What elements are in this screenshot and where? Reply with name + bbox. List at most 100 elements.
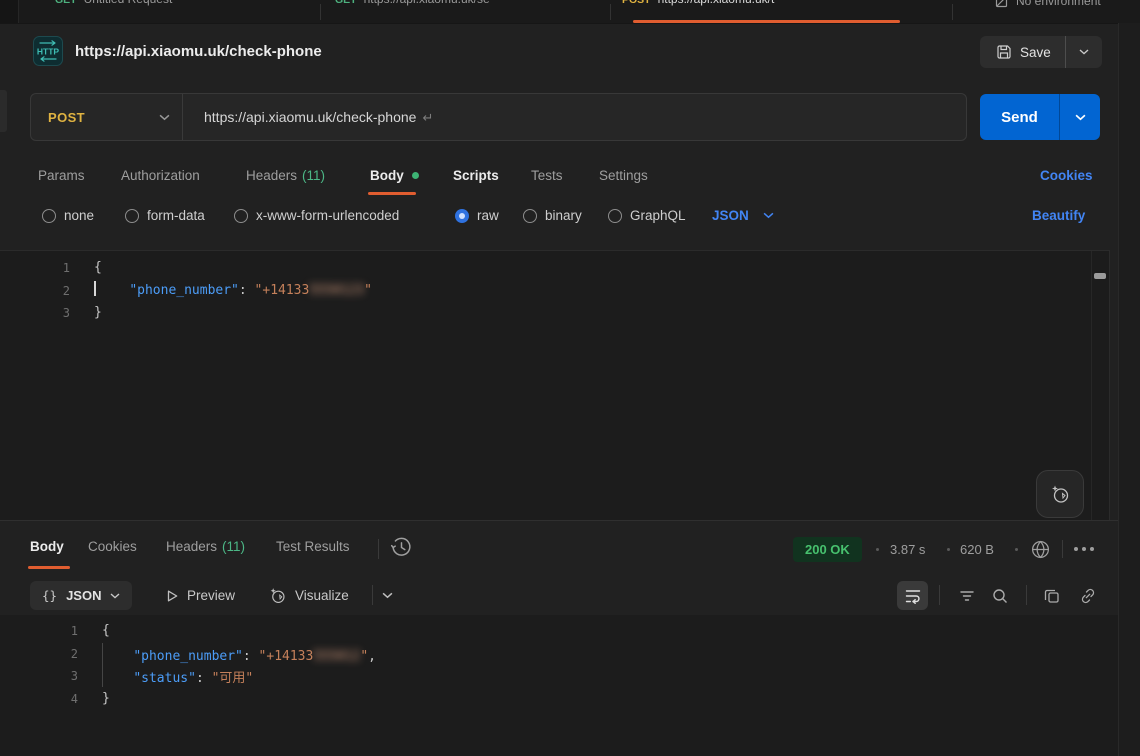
- sidebar-handle[interactable]: [0, 90, 7, 132]
- divider: [378, 539, 379, 559]
- scrollbar-thumb[interactable]: [1094, 273, 1106, 279]
- code-line[interactable]: 2 "phone_number": "+141335550123": [0, 280, 1109, 303]
- more-options-button[interactable]: [1074, 547, 1094, 551]
- request-tab-active[interactable]: POSThttps://api.xiaomu.uk/t: [622, 0, 774, 10]
- environment-selector[interactable]: No environment: [994, 0, 1101, 10]
- tab-scripts[interactable]: Scripts: [453, 168, 499, 183]
- code-text: {: [94, 257, 102, 280]
- mode-form-data[interactable]: form-data: [125, 208, 205, 223]
- divider: [1062, 540, 1063, 558]
- response-tab-cookies[interactable]: Cookies: [88, 539, 137, 554]
- divider: [939, 585, 940, 605]
- response-body-editor[interactable]: 1{2 "phone_number": "+14133555012",3 "st…: [0, 615, 1118, 756]
- code-line[interactable]: 2 "phone_number": "+14133555012",: [0, 643, 1118, 666]
- dot: [1090, 547, 1094, 551]
- tab-params[interactable]: Params: [38, 168, 85, 183]
- code-text: "phone_number": "+14133555012",: [102, 643, 376, 666]
- url-bar: POST https://api.xiaomu.uk/check-phone ↵: [30, 93, 967, 141]
- response-tab-test-results[interactable]: Test Results: [276, 539, 350, 554]
- postman-window: GETUntitled Request GEThttps://api.xiaom…: [0, 0, 1140, 756]
- language-selector[interactable]: JSON: [712, 208, 774, 223]
- url-input[interactable]: https://api.xiaomu.uk/check-phone ↵: [183, 109, 966, 126]
- environment-label: No environment: [1016, 0, 1101, 8]
- code-line[interactable]: 1{: [0, 257, 1109, 280]
- line-number: 1: [0, 257, 70, 280]
- line-number: 1: [0, 620, 78, 643]
- beautify-link[interactable]: Beautify: [1032, 208, 1085, 223]
- radio-icon: [608, 209, 622, 223]
- view-options-button[interactable]: [382, 581, 393, 610]
- return-symbol: ↵: [422, 110, 433, 125]
- tab-divider: [320, 4, 321, 20]
- visualize-button[interactable]: Visualize: [268, 581, 349, 610]
- postbot-button[interactable]: [1036, 470, 1084, 518]
- request-body-editor[interactable]: 1{2 "phone_number": "+141335550123"3}: [0, 250, 1110, 520]
- mode-none[interactable]: none: [42, 208, 94, 223]
- url-text: https://api.xiaomu.uk/check-phone: [204, 109, 416, 125]
- history-clock-icon: [390, 536, 413, 559]
- tab-divider: [610, 4, 611, 20]
- method-selector[interactable]: POST: [31, 110, 182, 125]
- mode-label: raw: [477, 208, 499, 223]
- copy-icon: [1043, 587, 1061, 605]
- response-format-selector[interactable]: {} JSON: [30, 581, 132, 610]
- active-tab-underline: [28, 566, 70, 569]
- code-line[interactable]: 4}: [0, 688, 1118, 711]
- tab-headers[interactable]: Headers(11): [246, 168, 325, 183]
- response-tab-headers[interactable]: Headers(11): [166, 539, 245, 554]
- wrap-text-button[interactable]: [897, 581, 928, 610]
- tab-method-post: POST: [622, 0, 651, 6]
- tab-method-get: GET: [335, 0, 357, 6]
- code-line[interactable]: 3 "status": "可用": [0, 665, 1118, 688]
- code-line[interactable]: 1{: [0, 620, 1118, 643]
- headers-count: (11): [222, 539, 245, 554]
- save-button[interactable]: Save: [980, 36, 1102, 68]
- status-badge: 200 OK: [793, 537, 862, 562]
- save-icon: [996, 44, 1012, 60]
- copy-button[interactable]: [1036, 581, 1067, 610]
- mode-label: x-www-form-urlencoded: [256, 208, 399, 223]
- tab-authorization[interactable]: Authorization: [121, 168, 200, 183]
- network-info-button[interactable]: [1030, 539, 1051, 560]
- mode-binary[interactable]: binary: [523, 208, 582, 223]
- send-button[interactable]: Send: [980, 94, 1100, 140]
- link-button[interactable]: [1072, 581, 1103, 610]
- request-tab-untitled[interactable]: GET Untitled Request: [55, 0, 172, 10]
- dot: [1082, 547, 1086, 551]
- separator-dot: [876, 548, 879, 551]
- radio-icon: [523, 209, 537, 223]
- preview-button[interactable]: Preview: [165, 581, 235, 610]
- line-number: 4: [0, 688, 78, 711]
- editor-scrollbar[interactable]: [1091, 251, 1109, 520]
- save-button-main[interactable]: Save: [980, 36, 1065, 68]
- response-size: 620 B: [960, 542, 994, 557]
- search-button[interactable]: [984, 581, 1015, 610]
- tab-body[interactable]: Body: [370, 168, 419, 183]
- save-label: Save: [1020, 45, 1051, 60]
- line-number: 2: [0, 280, 70, 303]
- filter-button[interactable]: [951, 581, 982, 610]
- response-tab-body[interactable]: Body: [30, 539, 64, 554]
- cookies-link[interactable]: Cookies: [1040, 168, 1093, 183]
- tab-label: Untitled Request: [84, 0, 173, 6]
- mode-label: binary: [545, 208, 582, 223]
- mode-raw[interactable]: raw: [455, 208, 499, 223]
- tab-tests[interactable]: Tests: [531, 168, 563, 183]
- response-history-button[interactable]: [390, 536, 413, 559]
- code-line[interactable]: 3}: [0, 302, 1109, 325]
- mode-x-www-form-urlencoded[interactable]: x-www-form-urlencoded: [234, 208, 399, 223]
- code-text: {: [102, 620, 110, 643]
- send-dropdown-button[interactable]: [1060, 114, 1100, 121]
- mode-label: form-data: [147, 208, 205, 223]
- mode-graphql[interactable]: GraphQL: [608, 208, 686, 223]
- save-dropdown-button[interactable]: [1066, 36, 1102, 68]
- request-tab-2[interactable]: GEThttps://api.xiaomu.uk/se: [335, 0, 490, 10]
- request-tabs: Params Authorization Headers(11) Body Sc…: [0, 160, 1140, 196]
- sparkle-icon: [268, 586, 287, 605]
- tab-method-get: GET: [55, 0, 77, 6]
- chevron-down-icon: [382, 592, 393, 599]
- tab-settings[interactable]: Settings: [599, 168, 648, 183]
- page-scrollbar-gutter[interactable]: [1118, 23, 1140, 756]
- tab-headers-label: Headers: [246, 168, 297, 183]
- link-icon: [1079, 587, 1097, 605]
